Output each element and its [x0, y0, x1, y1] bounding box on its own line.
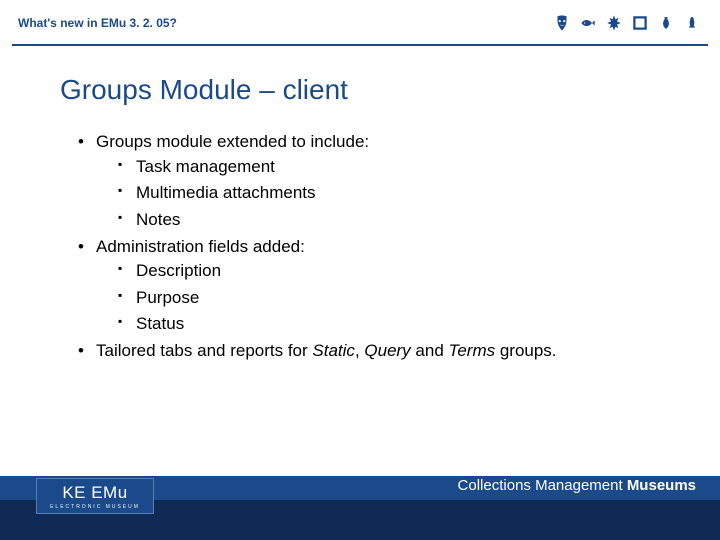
list-item: Notes: [118, 208, 660, 233]
list-item: Groups module extended to include: Task …: [78, 130, 660, 233]
vase-icon: [656, 12, 676, 34]
footer-tagline: Collections Management Museums: [458, 477, 696, 494]
body-text: Groups module extended to include: Task …: [60, 130, 660, 364]
bullet-text-part: Tailored tabs and reports for: [96, 341, 312, 360]
title-dash: –: [259, 74, 275, 105]
footer: KE EMu ELECTRONIC MUSEUM Collections Man…: [0, 458, 720, 540]
mask-icon: [552, 12, 572, 34]
slide-title: Groups Module – client: [60, 74, 660, 106]
title-suffix: client: [275, 74, 348, 105]
statue-icon: [682, 12, 702, 34]
logo-text: KE EMu: [62, 483, 127, 503]
bullet-text-part: ,: [355, 341, 364, 360]
bullet-text: Administration fields added:: [96, 237, 305, 256]
list-item: Description: [118, 259, 660, 284]
bullet-text-part: Terms: [449, 341, 496, 360]
logo: KE EMu ELECTRONIC MUSEUM: [36, 478, 154, 514]
list-item: Status: [118, 312, 660, 337]
bullet-text-part: groups.: [495, 341, 556, 360]
tagline-prefix: Collections Management: [458, 477, 627, 494]
bullet-text: Groups module extended to include:: [96, 132, 369, 151]
slide-header: What's new in EMu 3. 2. 05?: [0, 0, 720, 44]
list-item: Task management: [118, 155, 660, 180]
sub-list: Description Purpose Status: [96, 259, 660, 337]
leaf-icon: [604, 12, 624, 34]
header-title: What's new in EMu 3. 2. 05?: [18, 16, 177, 30]
title-prefix: Groups Module: [60, 74, 259, 105]
sub-list: Task management Multimedia attachments N…: [96, 155, 660, 233]
logo-subtext: ELECTRONIC MUSEUM: [50, 504, 140, 510]
list-item: Multimedia attachments: [118, 181, 660, 206]
bullet-text-part: Query: [364, 341, 410, 360]
list-item: Purpose: [118, 286, 660, 311]
slide-content: Groups Module – client Groups module ext…: [0, 46, 720, 364]
list-item: Administration fields added: Description…: [78, 235, 660, 338]
bullet-text-part: Static: [312, 341, 355, 360]
bullet-list: Groups module extended to include: Task …: [60, 130, 660, 364]
bullet-text-part: and: [411, 341, 449, 360]
tagline-bold: Museums: [627, 477, 696, 494]
list-item: Tailored tabs and reports for Static, Qu…: [78, 339, 660, 364]
frame-icon: [630, 12, 650, 34]
header-icon-row: [552, 12, 702, 34]
fish-icon: [578, 12, 598, 34]
